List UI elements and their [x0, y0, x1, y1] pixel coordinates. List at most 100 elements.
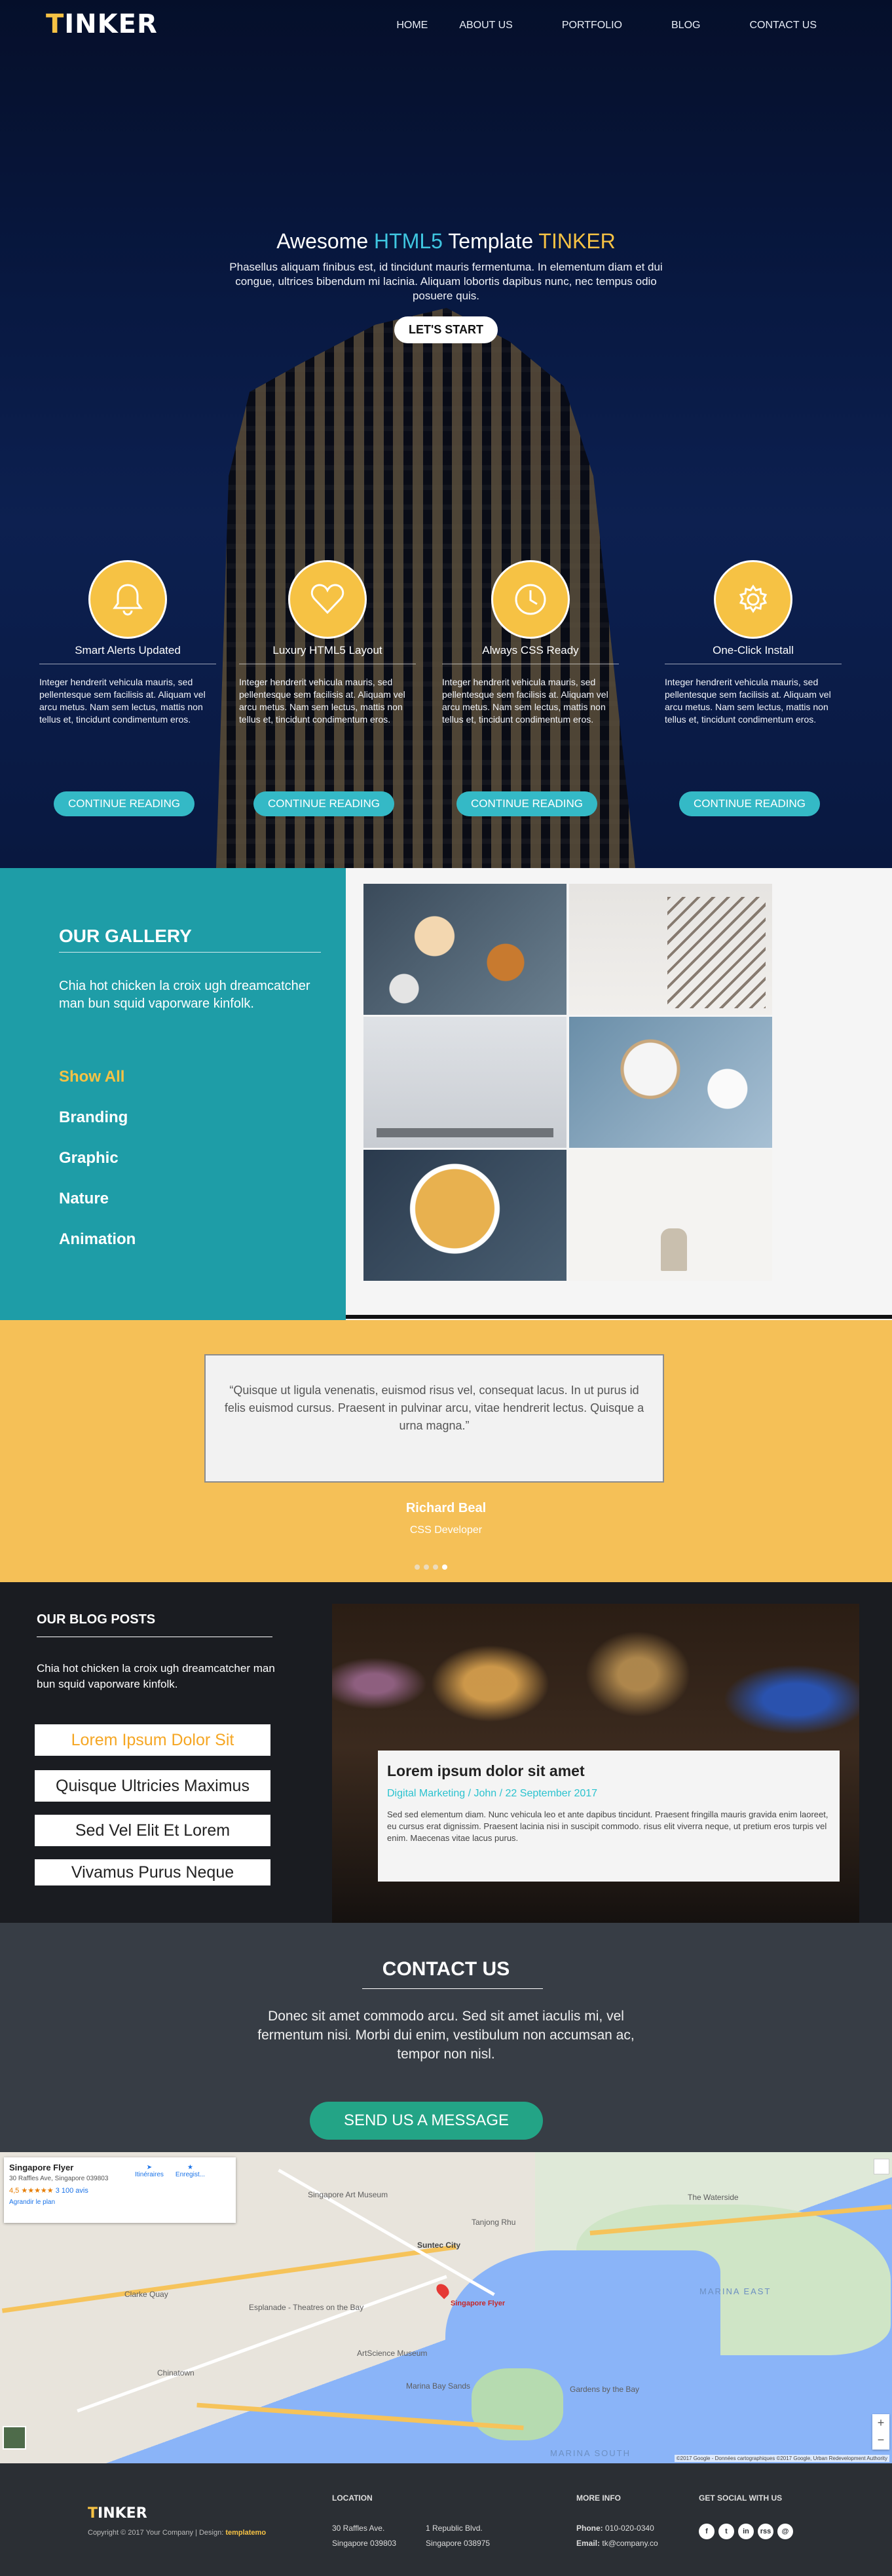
- hero-copy: Awesome HTML5 Template TINKER Phasellus …: [217, 229, 675, 343]
- continue-reading-button[interactable]: CONTINUE READING: [253, 791, 394, 816]
- map-label: Esplanade - Theatres on the Bay: [249, 2303, 364, 2312]
- blog-card-title[interactable]: Lorem ipsum dolor sit amet: [387, 1762, 830, 1780]
- carousel-dot-active[interactable]: [442, 1564, 447, 1570]
- directions-icon: ➤: [146, 2164, 153, 2171]
- google-map[interactable]: Suntec City MARINA EAST Gardens by the B…: [0, 2152, 892, 2463]
- star-icon: ★: [187, 2164, 193, 2171]
- features-row: Smart Alerts Updated Integer hendrerit v…: [39, 560, 858, 822]
- blog-card: Lorem ipsum dolor sit amet Digital Marke…: [378, 1751, 840, 1882]
- hero-text: Phasellus aliquam finibus est, id tincid…: [229, 261, 663, 302]
- feature-title: Luxury HTML5 Layout: [272, 644, 382, 656]
- satellite-toggle[interactable]: [3, 2426, 26, 2450]
- filter-graphic[interactable]: Graphic: [59, 1149, 136, 1167]
- gallery-sidebar: OUR GALLERY Chia hot chicken la croix ug…: [0, 868, 346, 1320]
- nav-home[interactable]: HOME: [396, 20, 428, 31]
- feature-text: Integer hendrerit vehicula mauris, sed p…: [665, 677, 831, 725]
- feature-card: One-Click Install Integer hendrerit vehi…: [665, 560, 842, 816]
- filter-branding[interactable]: Branding: [59, 1108, 136, 1127]
- social-links: f t in rss @: [699, 2524, 793, 2539]
- map-pin-label: Singapore Flyer: [451, 2300, 506, 2307]
- enlarge-map-link[interactable]: Agrandir le plan: [9, 2199, 231, 2206]
- filter-show-all[interactable]: Show All: [59, 1068, 136, 1086]
- map-label: MARINA SOUTH: [550, 2448, 631, 2458]
- carousel-dot[interactable]: [424, 1564, 429, 1570]
- hero-title: Awesome HTML5 Template TINKER: [276, 229, 616, 253]
- feature-text: Integer hendrerit vehicula mauris, sed p…: [442, 677, 608, 725]
- save-place-button[interactable]: ★ Enregist...: [176, 2164, 205, 2178]
- nav-about[interactable]: ABOUT US: [459, 20, 513, 31]
- gallery-image-stairs[interactable]: [569, 884, 772, 1015]
- feature-card: Smart Alerts Updated Integer hendrerit v…: [39, 560, 216, 816]
- rss-icon[interactable]: rss: [758, 2524, 773, 2539]
- gallery-image-tea[interactable]: [363, 884, 567, 1015]
- zoom-in-icon[interactable]: +: [872, 2414, 889, 2431]
- blog-section: OUR BLOG POSTS Chia hot chicken la croix…: [0, 1582, 892, 1923]
- street-view-icon[interactable]: [874, 2159, 889, 2174]
- continue-reading-button[interactable]: CONTINUE READING: [679, 791, 820, 816]
- site-logo[interactable]: TINKER: [46, 9, 158, 39]
- start-button[interactable]: LET'S START: [394, 316, 498, 343]
- map-label: Suntec City: [417, 2241, 461, 2250]
- footer-copyright: Copyright © 2017 Your Company | Design: …: [88, 2529, 267, 2537]
- directions-button[interactable]: ➤ Itinéraires: [135, 2164, 164, 2178]
- testimonial-name: Richard Beal: [405, 1501, 487, 1515]
- map-label: Marina Bay Sands: [406, 2381, 471, 2391]
- zoom-out-icon[interactable]: −: [872, 2431, 889, 2448]
- nav-portfolio[interactable]: PORTFOLIO: [562, 20, 622, 31]
- gallery-title: OUR GALLERY: [59, 926, 192, 946]
- clock-icon: [515, 584, 546, 615]
- gallery-image-glasses[interactable]: [363, 1017, 567, 1148]
- contact-title: CONTACT US: [382, 1958, 510, 1980]
- filter-nature[interactable]: Nature: [59, 1190, 136, 1208]
- footer-logo[interactable]: TINKER: [88, 2505, 147, 2522]
- blog-card-meta: Digital Marketing / John / 22 September …: [387, 1788, 598, 1799]
- email-icon[interactable]: @: [777, 2524, 793, 2539]
- carousel-dot[interactable]: [433, 1564, 438, 1570]
- contact-text: Donec sit amet commodo arcu. Sed sit ame…: [257, 2009, 635, 2062]
- blog-post-button-3[interactable]: Sed Vel Elit Et Lorem: [35, 1815, 270, 1846]
- feature-text: Integer hendrerit vehicula mauris, sed p…: [39, 677, 206, 725]
- gallery-grid: [363, 884, 772, 1281]
- testimonial-section: “Quisque ut ligula venenatis, euismod ri…: [0, 1320, 892, 1582]
- map-label: Gardens by the Bay: [570, 2385, 640, 2394]
- gallery-image-bowls[interactable]: [569, 1017, 772, 1148]
- blog-card-body: Sed sed elementum diam. Nunc vehicula le…: [387, 1809, 828, 1843]
- facebook-icon[interactable]: f: [699, 2524, 715, 2539]
- footer-phone: Phone: 010-020-0340: [576, 2524, 654, 2533]
- map-label: Tanjong Rhu: [472, 2218, 516, 2227]
- blog-post-button-4[interactable]: Vivamus Purus Neque: [35, 1859, 270, 1885]
- nav-blog[interactable]: BLOG: [671, 20, 700, 31]
- linkedin-icon[interactable]: in: [738, 2524, 754, 2539]
- carousel-dot[interactable]: [415, 1564, 420, 1570]
- map-attribution: ©2017 Google - Données cartographiques ©…: [674, 2455, 889, 2462]
- map-info-card: Singapore Flyer 30 Raffles Ave, Singapor…: [4, 2157, 236, 2223]
- hero-section: TINKER HOME ABOUT US PORTFOLIO BLOG CONT…: [0, 0, 892, 868]
- nav-contact[interactable]: CONTACT US: [749, 20, 817, 31]
- heart-icon: [310, 584, 344, 615]
- send-message-button[interactable]: SEND US A MESSAGE: [310, 2102, 543, 2140]
- continue-reading-button[interactable]: CONTINUE READING: [54, 791, 195, 816]
- blog-post-button-1[interactable]: Lorem Ipsum Dolor Sit: [35, 1724, 270, 1756]
- gallery-image-chair[interactable]: [569, 1150, 772, 1281]
- blog-text: Chia hot chicken la croix ugh dreamcatch…: [37, 1662, 275, 1690]
- carousel-dots: [415, 1564, 447, 1570]
- site-footer: TINKER Copyright © 2017 Your Company | D…: [0, 2463, 892, 2576]
- map-label: Singapore Art Museum: [308, 2190, 388, 2199]
- continue-reading-button[interactable]: CONTINUE READING: [456, 791, 597, 816]
- gear-icon: [739, 584, 768, 613]
- testimonial-quote: “Quisque ut ligula venenatis, euismod ri…: [204, 1354, 664, 1483]
- map-zoom-control[interactable]: + −: [872, 2414, 889, 2450]
- map-label: MARINA EAST: [699, 2286, 771, 2296]
- footer-email: Email: tk@company.co: [576, 2539, 658, 2548]
- more-info-heading: MORE INFO: [576, 2493, 621, 2503]
- gallery-filters: Show All Branding Graphic Nature Animati…: [59, 1068, 136, 1271]
- map-label: ArtScience Museum: [357, 2349, 428, 2358]
- testimonial-role: CSS Developer: [409, 1525, 483, 1536]
- filter-animation[interactable]: Animation: [59, 1230, 136, 1249]
- social-heading: GET SOCIAL WITH US: [699, 2493, 783, 2503]
- feature-title: Always CSS Ready: [482, 644, 579, 656]
- blog-post-button-2[interactable]: Quisque Ultricies Maximus: [35, 1770, 270, 1802]
- map-pin-icon[interactable]: [434, 2281, 452, 2300]
- twitter-icon[interactable]: t: [718, 2524, 734, 2539]
- gallery-image-fruit[interactable]: [363, 1150, 567, 1281]
